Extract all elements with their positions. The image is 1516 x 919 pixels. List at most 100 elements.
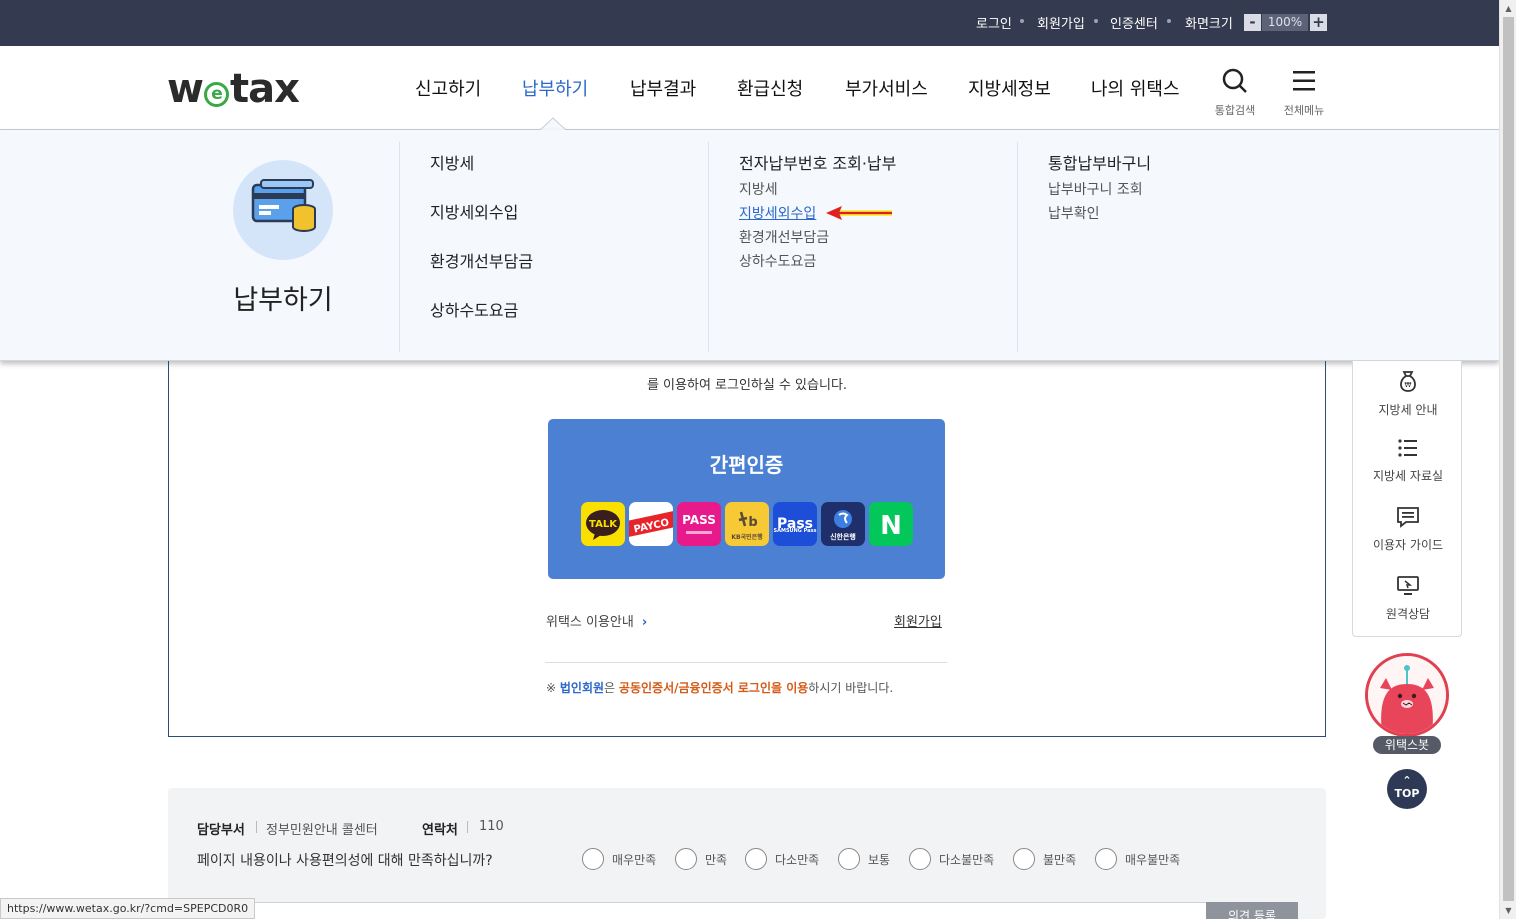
- signup-text-link[interactable]: 회원가입: [894, 611, 942, 630]
- radio-somewhat-satisfied[interactable]: [745, 848, 767, 870]
- basket-heading[interactable]: 통합납부바구니: [1048, 150, 1151, 174]
- kakao-talk-icon[interactable]: TALK: [581, 502, 625, 546]
- radio-very-satisfied[interactable]: [582, 848, 604, 870]
- kb-star-icon: b KB국민은행: [731, 511, 763, 541]
- wetax-bot-label[interactable]: 위택스봇: [1373, 736, 1441, 754]
- nav-report[interactable]: 신고하기: [415, 75, 481, 101]
- quick-local-tax-archive[interactable]: 지방세 자료실: [1353, 437, 1463, 484]
- nav-payment-result[interactable]: 납부결과: [630, 75, 696, 101]
- epay-non-tax-revenue[interactable]: 지방세외수입: [739, 203, 816, 223]
- quick-local-tax-guide[interactable]: ₩ 지방세 안내: [1353, 369, 1463, 418]
- option-label: 불만족: [1043, 853, 1077, 867]
- nav-my-wetax[interactable]: 나의 위택스: [1091, 75, 1180, 101]
- nav-refund[interactable]: 환급신청: [737, 75, 803, 101]
- wetax-bot-button[interactable]: [1365, 653, 1449, 737]
- radio-somewhat-dissatisfied[interactable]: [909, 848, 931, 870]
- survey-question: 페이지 내용이나 사용편의성에 대해 만족하십니까?: [197, 853, 493, 869]
- epay-number-heading[interactable]: 전자납부번호 조회·납부: [739, 150, 896, 174]
- quick-label: 지방세 자료실: [1372, 469, 1444, 483]
- radio-very-dissatisfied[interactable]: [1095, 848, 1117, 870]
- top-utility-bar: 로그인 회원가입 인증센터 화면크기 - 100% +: [0, 0, 1499, 46]
- samsung-pass-icon[interactable]: SAMSUNG Pass Pass: [773, 502, 817, 546]
- epay-environment-charge[interactable]: 환경개선부담금: [739, 227, 829, 247]
- opinion-input[interactable]: [240, 902, 1298, 919]
- bot-character-icon: [1368, 656, 1446, 734]
- integrated-search-button[interactable]: 통합검색: [1205, 68, 1265, 118]
- login-link[interactable]: 로그인: [976, 13, 1012, 32]
- scroll-top-button[interactable]: ⌃ TOP: [1387, 769, 1427, 809]
- nav-payment[interactable]: 납부하기: [522, 75, 588, 101]
- kakao-bubble-icon: TALK: [586, 510, 620, 540]
- notice-cert: 공동인증서/금융인증서 로그인을 이용: [618, 681, 809, 695]
- pass-icon[interactable]: PASS: [677, 502, 721, 546]
- simple-auth-title: 간편인증: [709, 453, 784, 477]
- search-label: 통합검색: [1214, 104, 1256, 117]
- epay-water-fee[interactable]: 상하수도요금: [739, 251, 816, 271]
- kb-bank-icon[interactable]: b KB국민은행: [725, 502, 769, 546]
- option-label: 다소만족: [775, 853, 820, 867]
- zoom-out-button[interactable]: -: [1244, 14, 1261, 31]
- search-icon: [1222, 68, 1247, 93]
- dept-label: 담당부서: [197, 823, 245, 838]
- screen-size-label: 화면크기: [1185, 17, 1233, 32]
- scroll-thumb[interactable]: [1503, 17, 1514, 901]
- red-arrow-annotation-icon: [826, 206, 892, 220]
- menu-local-tax[interactable]: 지방세: [430, 150, 474, 174]
- option-label: 보통: [868, 853, 891, 867]
- scroll-down-arrow-icon[interactable]: ▼: [1500, 902, 1516, 919]
- menu-non-tax-revenue[interactable]: 지방세외수입: [430, 199, 518, 223]
- all-menu-button[interactable]: 전체메뉴: [1274, 68, 1334, 118]
- simple-auth-box[interactable]: 간편인증 TALK PAYCO PASS b KB국민은행 SAMSUNG Pas…: [548, 419, 945, 579]
- menu-environment-charge[interactable]: 환경개선부담금: [430, 248, 533, 272]
- notice-suffix: 하시기 바랍니다.: [808, 681, 894, 695]
- quick-remote-support[interactable]: 원격상담: [1353, 575, 1463, 622]
- zoom-in-button[interactable]: +: [1310, 14, 1327, 31]
- option-label: 매우불만족: [1125, 853, 1181, 867]
- epay-local-tax[interactable]: 지방세: [739, 179, 778, 199]
- quick-menu: ₩ 지방세 안내 지방세 자료실 이용자 가이드 원격상담: [1352, 361, 1462, 637]
- radio-satisfied[interactable]: [675, 848, 697, 870]
- top-label: TOP: [1394, 787, 1420, 800]
- kakao-talk-text: TALK: [589, 519, 618, 530]
- signup-link[interactable]: 회원가입: [1037, 13, 1085, 32]
- naver-logo-icon: N: [880, 511, 902, 541]
- logo-e-circle: e: [203, 82, 229, 107]
- card-coins-icon: [251, 179, 316, 232]
- shinhan-logo-icon: 신한은행: [830, 510, 856, 541]
- submit-opinion-button[interactable]: 의견 등록: [1206, 902, 1298, 919]
- basket-lookup[interactable]: 납부바구니 조회: [1048, 179, 1143, 199]
- separator-dot: [1167, 19, 1171, 23]
- quick-label: 지방세 안내: [1378, 403, 1438, 417]
- wetax-guide-link[interactable]: 위택스 이용안내 ›: [546, 611, 647, 630]
- status-bar-url: https://www.wetax.go.kr/?cmd=SPEPCD0R0: [0, 898, 256, 919]
- divider-line: [545, 662, 947, 663]
- guide-link-text: 위택스 이용안내: [546, 615, 634, 630]
- notice-corp: 법인회원: [559, 681, 605, 695]
- corporate-notice: ※ 법인회원은 공동인증서/금융인증서 로그인을 이용하시기 바랍니다.: [546, 679, 893, 696]
- payment-category-icon: [233, 160, 333, 260]
- quick-user-guide[interactable]: 이용자 가이드: [1353, 506, 1463, 553]
- cert-center-link[interactable]: 인증센터: [1110, 13, 1158, 32]
- wetax-logo[interactable]: w e tax: [167, 66, 300, 112]
- chevron-up-icon: ⌃: [1402, 774, 1412, 787]
- scroll-up-arrow-icon[interactable]: ▲: [1500, 0, 1516, 17]
- payment-confirm[interactable]: 납부확인: [1048, 203, 1100, 223]
- separator-dot: [1020, 19, 1024, 23]
- menu-water-fee[interactable]: 상하수도요금: [430, 297, 518, 321]
- shinhan-text: 신한은행: [830, 532, 856, 541]
- shinhan-bank-icon[interactable]: 신한은행: [821, 502, 865, 546]
- notice-mid: 은: [604, 681, 619, 695]
- payco-icon[interactable]: PAYCO: [629, 502, 673, 546]
- naver-text: N: [880, 511, 902, 541]
- naver-icon[interactable]: N: [869, 502, 913, 546]
- vertical-scrollbar[interactable]: ▲ ▼: [1499, 0, 1516, 919]
- column-divider: [399, 142, 400, 352]
- radio-dissatisfied[interactable]: [1013, 848, 1035, 870]
- kb-bank-text: KB국민은행: [731, 533, 763, 541]
- radio-neutral[interactable]: [838, 848, 860, 870]
- nav-local-tax-info[interactable]: 지방세정보: [968, 75, 1051, 101]
- mega-menu: 납부하기 지방세 지방세외수입 환경개선부담금 상하수도요금 전자납부번호 조회…: [0, 130, 1499, 361]
- samsung-pass-word: Pass: [777, 516, 813, 532]
- svg-text:b: b: [748, 515, 757, 530]
- nav-extra-services[interactable]: 부가서비스: [845, 75, 928, 101]
